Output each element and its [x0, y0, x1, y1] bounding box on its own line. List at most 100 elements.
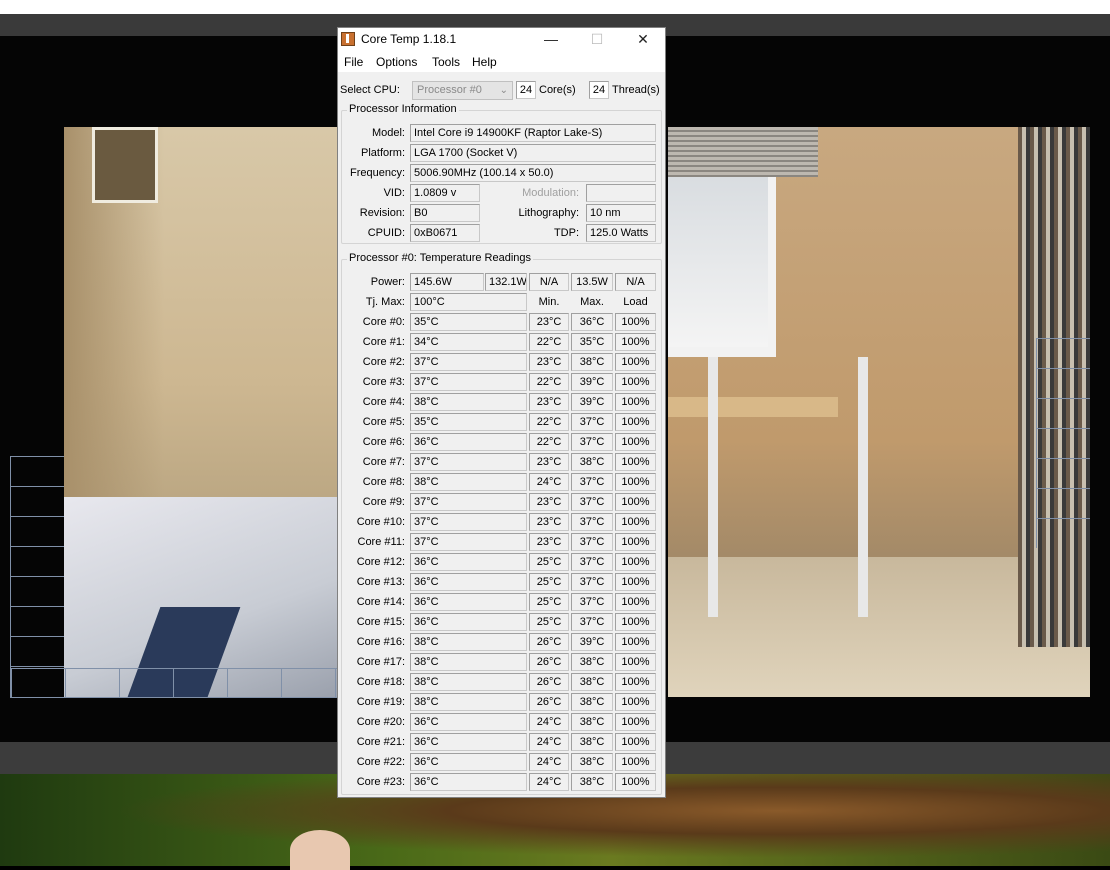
chevron-down-icon: ⌄ — [499, 85, 508, 96]
core-load: 100% — [615, 433, 656, 451]
frequency-label: Frequency: — [349, 167, 405, 179]
core-min: 25°C — [529, 553, 569, 571]
photo-right-half — [668, 127, 1090, 697]
core-temp: 34°C — [410, 333, 527, 351]
max-column-header: Max. — [580, 296, 604, 308]
core-load: 100% — [615, 413, 656, 431]
cpuid-value: 0xB0671 — [410, 224, 480, 242]
core-label: Core #18: — [356, 676, 405, 688]
menu-file[interactable]: File — [344, 55, 363, 69]
tile-grid-bottom — [10, 668, 338, 698]
minimize-button[interactable]: — — [528, 28, 574, 52]
core-max: 37°C — [571, 413, 613, 431]
core-load: 100% — [615, 693, 656, 711]
core-min: 23°C — [529, 393, 569, 411]
core-temp: 37°C — [410, 453, 527, 471]
core-label: Core #17: — [356, 656, 405, 668]
core-temp: 38°C — [410, 473, 527, 491]
maximize-button[interactable]: ☐ — [574, 28, 620, 52]
core-temp: 38°C — [410, 673, 527, 691]
core-label: Core #0: — [362, 316, 405, 328]
tdp-value: 125.0 Watts — [586, 224, 656, 242]
hand — [290, 830, 350, 870]
core-temp: 37°C — [410, 373, 527, 391]
menu-tools[interactable]: Tools — [432, 55, 460, 69]
top-strip — [0, 0, 1110, 14]
select-cpu-label: Select CPU: — [340, 84, 400, 96]
cpuid-label: CPUID: — [367, 227, 405, 239]
core-label: Core #2: — [362, 356, 405, 368]
menu-options[interactable]: Options — [376, 55, 417, 69]
core-load: 100% — [615, 333, 656, 351]
core-max: 38°C — [571, 673, 613, 691]
menu-bar: File Options Tools Help — [338, 52, 665, 72]
core-max: 38°C — [571, 733, 613, 751]
core-max: 39°C — [571, 633, 613, 651]
processor-select-value: Processor #0 — [417, 84, 482, 96]
revision-label: Revision: — [359, 207, 405, 219]
processor-select[interactable]: Processor #0 ⌄ — [412, 81, 513, 100]
core-temp: 35°C — [410, 413, 527, 431]
core-load: 100% — [615, 713, 656, 731]
menu-help[interactable]: Help — [472, 55, 497, 69]
core-min: 23°C — [529, 353, 569, 371]
close-button[interactable]: ✕ — [620, 28, 666, 52]
core-min: 26°C — [529, 693, 569, 711]
core-min: 25°C — [529, 613, 569, 631]
core-temp: 36°C — [410, 753, 527, 771]
core-min: 22°C — [529, 333, 569, 351]
vid-value: 1.0809 v — [410, 184, 480, 202]
chair — [708, 357, 868, 617]
core-load: 100% — [615, 753, 656, 771]
core-load: 100% — [615, 593, 656, 611]
core-label: Core #1: — [362, 336, 405, 348]
core-min: 26°C — [529, 673, 569, 691]
core-temp: 36°C — [410, 573, 527, 591]
core-label: Core #9: — [362, 496, 405, 508]
cores-count: 24 — [516, 81, 536, 99]
core-temp: 38°C — [410, 633, 527, 651]
core-label: Core #23: — [356, 776, 405, 788]
core-temp: 36°C — [410, 613, 527, 631]
core-load: 100% — [615, 673, 656, 691]
core-load: 100% — [615, 573, 656, 591]
window-title: Core Temp 1.18.1 — [361, 32, 457, 46]
core-label: Core #22: — [356, 756, 405, 768]
core-label: Core #8: — [362, 476, 405, 488]
core-min: 26°C — [529, 633, 569, 651]
core-load: 100% — [615, 653, 656, 671]
core-max: 37°C — [571, 593, 613, 611]
title-bar[interactable]: Core Temp 1.18.1 — ☐ ✕ — [338, 28, 665, 52]
core-temp: 38°C — [410, 653, 527, 671]
core-max: 37°C — [571, 433, 613, 451]
core-temp: 37°C — [410, 353, 527, 371]
core-load: 100% — [615, 533, 656, 551]
power-uncore: 13.5W — [571, 273, 613, 291]
temperature-readings-title: Processor #0: Temperature Readings — [347, 252, 534, 264]
core-max: 37°C — [571, 613, 613, 631]
window-blind — [668, 127, 818, 177]
core-label: Core #4: — [362, 396, 405, 408]
core-max: 37°C — [571, 473, 613, 491]
wall-picture — [92, 127, 158, 203]
core-label: Core #12: — [356, 556, 405, 568]
core-temp: 36°C — [410, 553, 527, 571]
core-label: Core #6: — [362, 436, 405, 448]
threads-label: Thread(s) — [612, 84, 660, 96]
processor-info-title: Processor Information — [347, 103, 459, 115]
core-min: 24°C — [529, 713, 569, 731]
core-min: 24°C — [529, 753, 569, 771]
core-min: 24°C — [529, 733, 569, 751]
core-max: 38°C — [571, 653, 613, 671]
core-min: 22°C — [529, 373, 569, 391]
core-load: 100% — [615, 733, 656, 751]
core-max: 35°C — [571, 333, 613, 351]
core-label: Core #19: — [356, 696, 405, 708]
core-label: Core #20: — [356, 716, 405, 728]
core-max: 36°C — [571, 313, 613, 331]
modulation-value — [586, 184, 656, 202]
core-max: 39°C — [571, 393, 613, 411]
platform-value: LGA 1700 (Socket V) — [410, 144, 656, 162]
core-label: Core #13: — [356, 576, 405, 588]
core-load: 100% — [615, 473, 656, 491]
